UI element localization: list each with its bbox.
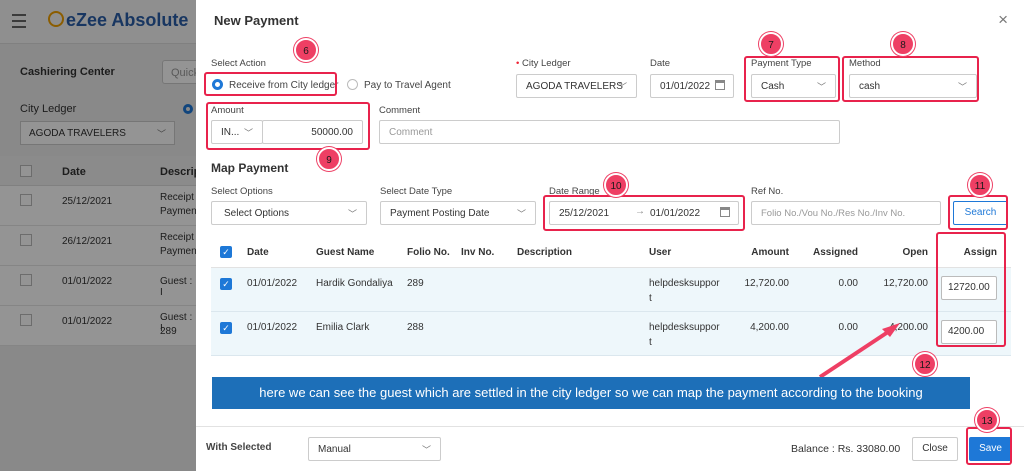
ref-no-label: Ref No. bbox=[751, 186, 784, 197]
chevron-down-icon: ﹀ bbox=[617, 82, 627, 92]
close-icon[interactable]: × bbox=[998, 10, 1008, 30]
chevron-down-icon: ﹀ bbox=[347, 209, 357, 219]
city-ledger-label: • City Ledger bbox=[516, 58, 571, 69]
annotation-badge: 12 bbox=[913, 352, 937, 376]
dialog-footer: With Selected Manual ﹀ Balance : Rs. 3308… bbox=[196, 426, 1024, 471]
pay-agent-option-label[interactable]: Pay to Travel Agent bbox=[364, 80, 451, 91]
highlight-assign bbox=[936, 232, 1006, 347]
balance-text: Balance : Rs. 33080.00 bbox=[791, 443, 901, 455]
payment-grid-header: ✓ Date Guest Name Folio No. Inv No. Desc… bbox=[211, 236, 1011, 268]
ref-no-input[interactable]: Folio No./Vou No./Res No./Inv No. bbox=[751, 201, 941, 225]
row-checkbox[interactable]: ✓ bbox=[220, 322, 232, 334]
map-payment-title: Map Payment bbox=[211, 161, 289, 175]
chevron-down-icon: ﹀ bbox=[516, 209, 526, 219]
table-row[interactable]: ✓ 01/01/2022 Hardik Gondaliya 289 helpde… bbox=[211, 268, 1011, 312]
annotation-arrow-icon bbox=[818, 323, 900, 379]
highlight-method bbox=[842, 56, 979, 102]
row-checkbox[interactable]: ✓ bbox=[220, 278, 232, 290]
date-label: Date bbox=[650, 58, 671, 69]
with-selected-select[interactable]: Manual ﹀ bbox=[308, 437, 441, 461]
highlight-select-action bbox=[204, 72, 337, 96]
annotation-badge: 8 bbox=[891, 32, 915, 56]
highlight-date-range bbox=[543, 195, 745, 231]
highlight-payment-type bbox=[744, 56, 840, 102]
city-ledger-select[interactable]: AGODA TRAVELERS ﹀ bbox=[516, 74, 637, 98]
date-type-label: Select Date Type bbox=[380, 186, 453, 197]
date-field[interactable]: 01/01/2022 bbox=[650, 74, 734, 98]
annotation-badge: 10 bbox=[604, 173, 628, 197]
close-button[interactable]: Close bbox=[912, 437, 958, 461]
select-options-dropdown[interactable]: Select Options ﹀ bbox=[211, 201, 367, 225]
annotation-banner: here we can see the guest which are sett… bbox=[212, 377, 970, 409]
comment-input[interactable]: Comment bbox=[379, 120, 840, 144]
with-selected-label: With Selected bbox=[206, 442, 272, 453]
comment-label: Comment bbox=[379, 105, 421, 116]
date-type-select[interactable]: Payment Posting Date ﹀ bbox=[380, 201, 536, 225]
annotation-badge: 9 bbox=[317, 147, 341, 171]
annotation-badge: 13 bbox=[975, 408, 999, 432]
chevron-down-icon: ﹀ bbox=[421, 445, 431, 455]
calendar-icon[interactable] bbox=[715, 80, 725, 90]
pay-agent-radio[interactable] bbox=[347, 79, 358, 90]
select-all-checkbox[interactable]: ✓ bbox=[220, 246, 232, 258]
annotation-badge: 6 bbox=[294, 38, 318, 62]
highlight-amount bbox=[206, 102, 370, 150]
select-options-label: Select Options bbox=[211, 186, 273, 197]
dialog-title: New Payment bbox=[214, 13, 299, 28]
highlight-search bbox=[948, 195, 1008, 230]
annotation-badge: 11 bbox=[968, 173, 992, 197]
select-action-label: Select Action bbox=[211, 58, 266, 69]
annotation-badge: 7 bbox=[759, 32, 783, 56]
